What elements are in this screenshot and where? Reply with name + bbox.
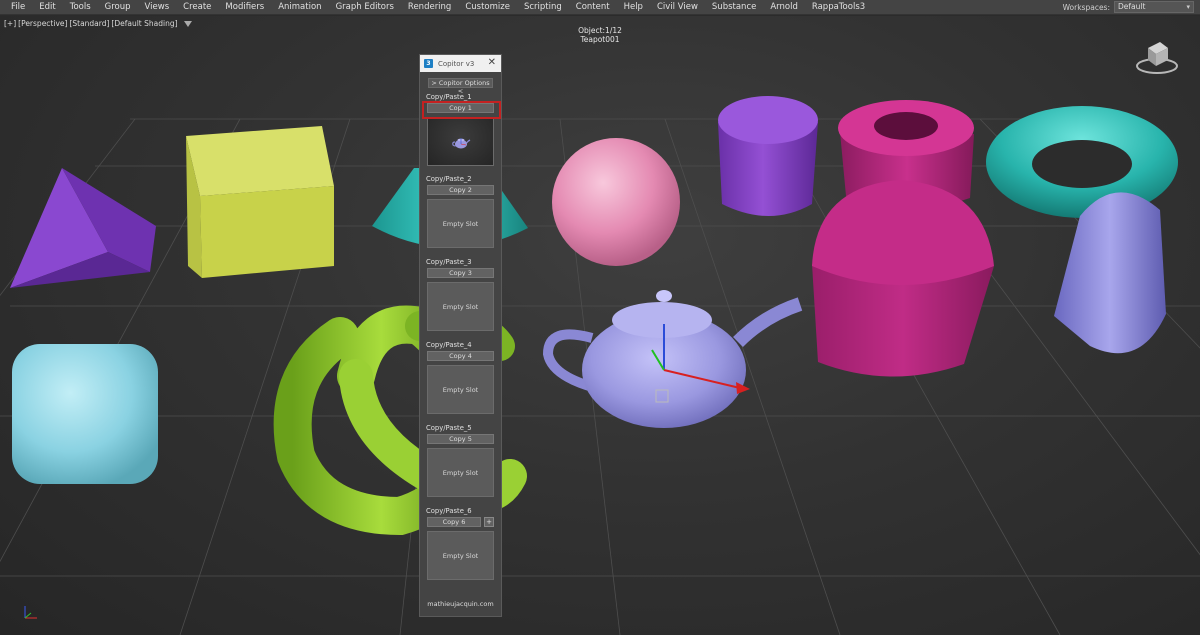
filter-icon[interactable] [183,20,192,27]
copy-slot-6: Copy/Paste_6 Copy 6 + Empty Slot [420,506,501,580]
copitor-title: Copitor v3 [438,59,475,68]
box-object[interactable] [186,126,334,278]
chamferbox-object[interactable] [12,344,158,484]
copy-2-button[interactable]: Copy 2 [427,185,494,195]
slot-preview-thumbnail[interactable] [427,117,494,166]
workspace-value: Default [1118,2,1146,11]
selection-info: Object:1/12 Teapot001 [560,26,640,44]
add-slot-button[interactable]: + [484,517,494,527]
copy-6-row: Copy 6 + [427,517,494,527]
author-link[interactable]: mathieujacquin.com [420,600,501,608]
menu-graph-editors[interactable]: Graph Editors [329,0,401,15]
torus-object[interactable] [986,106,1178,218]
sphere-object[interactable] [552,138,680,266]
copy-slot-5: Copy/Paste_5 Copy 5 Empty Slot [420,423,501,497]
oiltank-object[interactable] [812,180,994,377]
axis-tripod-icon [24,606,37,619]
menu-items: File Edit Tools Group Views Create Modif… [0,0,872,15]
copy-3-button[interactable]: Copy 3 [427,268,494,278]
menu-rendering[interactable]: Rendering [401,0,458,15]
menu-content[interactable]: Content [569,0,617,15]
workspaces-label: Workspaces: [1062,2,1110,12]
menu-tools[interactable]: Tools [63,0,98,15]
workspace-switcher: Workspaces: Default ▾ [1063,1,1194,13]
menu-customize[interactable]: Customize [458,0,517,15]
slot-thumbnail[interactable]: Empty Slot [427,531,494,580]
3ds-max-icon: 3 [424,59,433,68]
workspace-dropdown[interactable]: Default ▾ [1114,1,1194,13]
slot-label: Copy/Paste_6 [426,507,472,515]
teapot-thumbnail-icon [451,137,470,148]
viewport-point-of-view[interactable]: [Perspective] [18,19,67,28]
copy-slot-4: Copy/Paste_4 Copy 4 Empty Slot [420,340,501,414]
menu-scripting[interactable]: Scripting [517,0,569,15]
menu-views[interactable]: Views [138,0,177,15]
copy-slot-3: Copy/Paste_3 Copy 3 Empty Slot [420,257,501,331]
slot-label: Copy/Paste_5 [426,424,472,432]
copy-5-button[interactable]: Copy 5 [427,434,494,444]
menu-rappatools3[interactable]: RappaTools3 [805,0,872,15]
copitor-titlebar[interactable]: 3 Copitor v3 ✕ [420,55,501,72]
close-icon[interactable]: ✕ [488,57,496,69]
menu-arnold[interactable]: Arnold [763,0,805,15]
viewport-label: [+] [Perspective] [Standard] [Default Sh… [4,19,192,28]
slot-label: Copy/Paste_3 [426,258,472,266]
menu-create[interactable]: Create [176,0,218,15]
perspective-viewport[interactable]: [+] [Perspective] [Standard] [Default Sh… [0,16,1200,635]
cylinder-object[interactable] [718,96,818,216]
teapot-object[interactable] [542,290,803,428]
menu-modifiers[interactable]: Modifiers [218,0,271,15]
menu-edit[interactable]: Edit [32,0,62,15]
menu-group[interactable]: Group [98,0,138,15]
menu-substance[interactable]: Substance [705,0,763,15]
slot-thumbnail[interactable]: Empty Slot [427,448,494,497]
copy-slot-1: Copy/Paste_1 Copy 1 [420,92,501,166]
menu-help[interactable]: Help [617,0,650,15]
copy-6-button[interactable]: Copy 6 [427,517,481,527]
menu-file[interactable]: File [4,0,32,15]
object-count: Object:1/12 [578,26,622,35]
object-name: Teapot001 [580,35,620,44]
slot-label: Copy/Paste_4 [426,341,472,349]
copy-slot-2: Copy/Paste_2 Copy 2 Empty Slot [420,174,501,248]
slot-thumbnail[interactable]: Empty Slot [427,365,494,414]
menu-civil-view[interactable]: Civil View [650,0,705,15]
highlight-frame [422,101,501,119]
viewport-menu-plus[interactable]: [+] [4,19,16,28]
slot-thumbnail[interactable]: Empty Slot [427,282,494,331]
copitor-options-button[interactable]: > Copitor Options < [428,78,493,95]
menu-animation[interactable]: Animation [271,0,328,15]
scene-canvas[interactable] [0,16,1200,635]
chevron-down-icon: ▾ [1186,3,1190,11]
viewport-shading[interactable]: [Default Shading] [111,19,177,28]
copy-4-button[interactable]: Copy 4 [427,351,494,361]
pyramid-object[interactable] [10,168,156,288]
viewcube-icon[interactable] [1134,36,1180,78]
menubar: File Edit Tools Group Views Create Modif… [0,0,1200,15]
copitor-panel: 3 Copitor v3 ✕ > Copitor Options < Copy/… [419,54,502,617]
slot-label: Copy/Paste_2 [426,175,472,183]
viewport-mode[interactable]: [Standard] [69,19,109,28]
slot-thumbnail[interactable]: Empty Slot [427,199,494,248]
